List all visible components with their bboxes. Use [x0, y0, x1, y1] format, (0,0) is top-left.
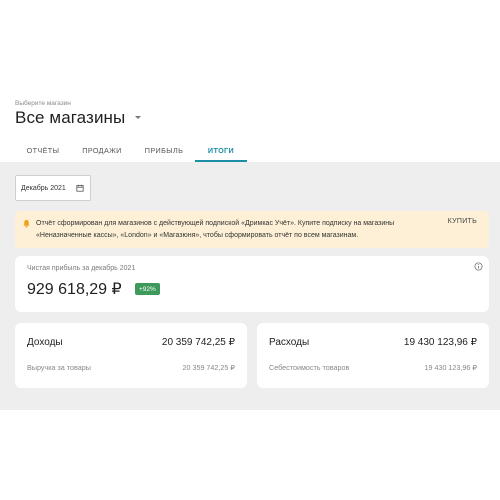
chevron-down-icon: [135, 115, 142, 119]
month-picker[interactable]: Декабрь 2021: [15, 175, 91, 201]
tab-reports[interactable]: ОТЧЁТЫ: [15, 139, 71, 162]
tabs-bar: ОТЧЁТЫ ПРОДАЖИ ПРИБЫЛЬ ИТОГИ: [0, 139, 500, 162]
expense-total: 19 430 123,96 ₽: [403, 337, 477, 348]
expense-card: Расходы 19 430 123,96 ₽ Себестоимость то…: [257, 323, 489, 388]
income-card: Доходы 20 359 742,25 ₽ Выручка за товары…: [15, 323, 247, 388]
net-profit-value: 929 618,29 ₽: [27, 281, 122, 298]
expense-row-value: 19 430 123,96 ₽: [424, 363, 477, 372]
expense-title: Расходы: [269, 337, 310, 348]
page-header: Выберите магазин Все магазины ОТЧЁТЫ ПРО…: [0, 98, 500, 162]
net-profit-card: Чистая прибыль за декабрь 2021 929 618,2…: [15, 256, 489, 312]
store-select-dropdown[interactable]: Все магазины: [15, 108, 142, 128]
income-total: 20 359 742,25 ₽: [161, 337, 235, 348]
store-title: Все магазины: [15, 108, 126, 127]
calendar-icon: [76, 184, 84, 192]
net-profit-label: Чистая прибыль за декабрь 2021: [27, 265, 136, 272]
tab-sales[interactable]: ПРОДАЖИ: [73, 139, 131, 162]
info-icon[interactable]: [474, 262, 483, 271]
tab-profit[interactable]: ПРИБЫЛЬ: [135, 139, 193, 162]
buy-subscription-button[interactable]: КУПИТЬ: [448, 218, 477, 225]
expense-row-label: Себестоимость товаров: [269, 363, 350, 372]
subscription-warning-banner: Отчёт сформирован для магазинов с действ…: [15, 211, 489, 248]
income-title: Доходы: [27, 337, 63, 348]
growth-badge: +92%: [135, 283, 160, 295]
tab-totals[interactable]: ИТОГИ: [195, 139, 247, 162]
top-blank-area: [0, 0, 500, 98]
income-row-value: 20 359 742,25 ₽: [182, 363, 235, 372]
banner-message: Отчёт сформирован для магазинов с действ…: [36, 220, 395, 239]
store-select-hint: Выберите магазин: [15, 100, 71, 107]
month-picker-value: Декабрь 2021: [21, 184, 66, 192]
income-row-label: Выручка за товары: [27, 363, 91, 372]
main-content: Декабрь 2021 Отчёт сформирован для магаз…: [0, 162, 500, 410]
bell-icon: [23, 219, 30, 228]
